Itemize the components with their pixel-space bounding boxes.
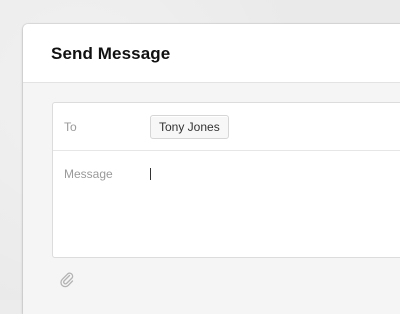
message-input[interactable] — [149, 165, 400, 249]
dialog-title: Send Message — [51, 44, 171, 63]
paperclip-icon-svg — [60, 272, 74, 288]
recipient-token[interactable]: Tony Jones — [150, 115, 229, 139]
paperclip-icon[interactable] — [59, 272, 75, 288]
send-message-dialog: Send Message To Tony Jones Message — [23, 24, 400, 314]
text-caret — [150, 168, 151, 180]
dialog-header: Send Message — [23, 24, 400, 83]
to-label: To — [64, 120, 77, 134]
message-form: To Tony Jones Message — [52, 102, 400, 258]
message-label: Message — [64, 167, 113, 181]
message-field-row[interactable]: Message — [53, 151, 400, 256]
to-field-row[interactable]: To Tony Jones — [53, 103, 400, 151]
